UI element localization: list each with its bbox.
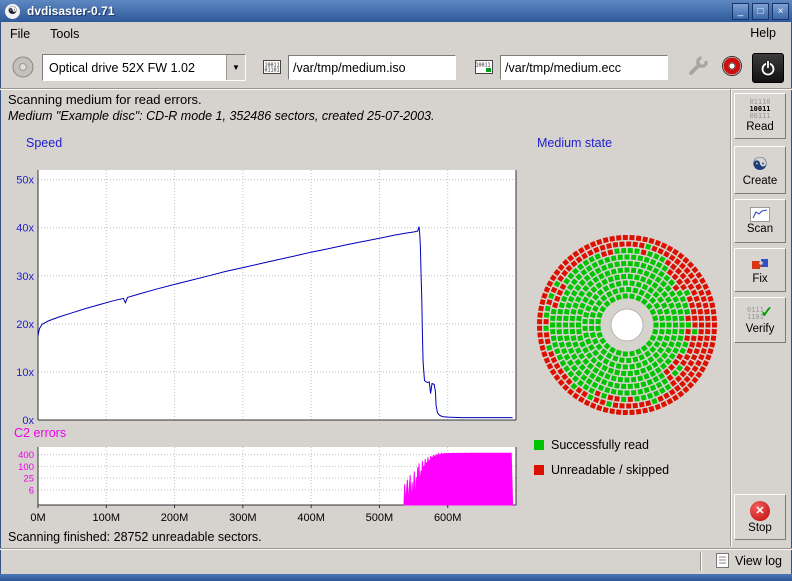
menu-tools[interactable]: Tools bbox=[40, 23, 89, 45]
scan-curve-icon bbox=[750, 207, 770, 222]
toolbar-divider bbox=[0, 88, 792, 90]
stop-icon: ✕ bbox=[750, 501, 770, 521]
c2-errors-chart-title: C2 errors bbox=[14, 426, 66, 440]
legend-label-success: Successfully read bbox=[551, 438, 649, 452]
legend-item-unreadable: Unreadable / skipped bbox=[534, 463, 669, 477]
scan-button-label: Scan bbox=[747, 223, 773, 235]
dvdisaster-logo-icon[interactable] bbox=[720, 54, 744, 78]
fix-button[interactable]: Fix bbox=[734, 248, 786, 292]
titlebar[interactable]: ☯ dvdisaster-0.71 _ □ × bbox=[0, 0, 792, 22]
power-icon bbox=[759, 59, 777, 77]
speed-chart: 0x 10x 20x 30x 40x 50x bbox=[6, 154, 522, 426]
svg-text:40x: 40x bbox=[16, 223, 34, 235]
create-button-label: Create bbox=[743, 175, 778, 187]
image-file-icon: 10011 01101 bbox=[262, 58, 282, 76]
svg-text:300M: 300M bbox=[229, 512, 257, 524]
legend-item-success: Successfully read bbox=[534, 438, 649, 452]
image-file-input[interactable] bbox=[288, 55, 456, 80]
svg-text:20x: 20x bbox=[16, 319, 34, 331]
yinyang-icon: ☯ bbox=[752, 154, 768, 174]
scan-button[interactable]: Scan bbox=[734, 199, 786, 243]
menu-file[interactable]: File bbox=[0, 23, 40, 45]
scan-result-status: Scanning finished: 28752 unreadable sect… bbox=[8, 530, 262, 544]
svg-text:01101: 01101 bbox=[264, 68, 279, 74]
window-bottom-edge bbox=[0, 574, 792, 581]
svg-text:10x: 10x bbox=[16, 367, 34, 379]
svg-text:600M: 600M bbox=[434, 512, 462, 524]
medium-state-title: Medium state bbox=[537, 136, 612, 150]
status-line-2: Medium "Example disc": CD-R mode 1, 3524… bbox=[8, 109, 434, 123]
svg-text:400: 400 bbox=[18, 450, 34, 461]
svg-text:30x: 30x bbox=[16, 271, 34, 283]
status-line-1: Scanning medium for read errors. bbox=[8, 92, 202, 107]
legend-swatch-red bbox=[534, 465, 544, 475]
svg-text:0x: 0x bbox=[22, 415, 34, 426]
svg-text:200M: 200M bbox=[161, 512, 189, 524]
svg-text:50x: 50x bbox=[16, 175, 34, 187]
minimize-button[interactable]: _ bbox=[732, 3, 749, 20]
fix-button-label: Fix bbox=[752, 273, 767, 285]
drive-select[interactable]: Optical drive 52X FW 1.02 ▼ bbox=[42, 54, 246, 81]
svg-text:100: 100 bbox=[18, 462, 34, 473]
svg-text:400M: 400M bbox=[297, 512, 325, 524]
verify-check-icon: 0111 1101 ✓ bbox=[747, 305, 773, 322]
stop-button[interactable]: ✕ Stop bbox=[734, 494, 786, 540]
svg-text:25: 25 bbox=[23, 473, 34, 484]
menu-help[interactable]: Help bbox=[740, 22, 786, 44]
view-log-button[interactable]: View log bbox=[716, 553, 782, 568]
drive-icon[interactable] bbox=[10, 54, 36, 80]
toolbar: Optical drive 52X FW 1.02 ▼ 10011 01101 … bbox=[0, 46, 792, 88]
footer-divider bbox=[0, 548, 792, 550]
read-button-label: Read bbox=[746, 121, 774, 133]
ecc-file-icon: 10011 bbox=[474, 58, 494, 76]
svg-text:6: 6 bbox=[29, 485, 34, 496]
sidebar-divider bbox=[730, 89, 732, 546]
svg-text:10011: 10011 bbox=[475, 63, 490, 69]
chevron-down-icon[interactable]: ▼ bbox=[226, 55, 245, 80]
log-page-icon bbox=[716, 553, 729, 568]
quit-power-button[interactable] bbox=[752, 53, 784, 83]
c2-errors-chart: 400100256 0M 100M 200M 300M 400M 500M 600M bbox=[6, 441, 522, 529]
legend-swatch-green bbox=[534, 440, 544, 450]
stop-button-label: Stop bbox=[748, 522, 772, 534]
footer-bar: View log bbox=[0, 551, 792, 573]
svg-text:100M: 100M bbox=[93, 512, 121, 524]
svg-text:500M: 500M bbox=[366, 512, 394, 524]
view-log-label: View log bbox=[735, 554, 782, 568]
svg-text:0M: 0M bbox=[30, 512, 45, 524]
close-button[interactable]: × bbox=[772, 3, 789, 20]
preferences-wrench-icon[interactable] bbox=[686, 54, 710, 78]
create-button[interactable]: ☯ Create bbox=[734, 146, 786, 194]
speed-chart-title: Speed bbox=[26, 136, 62, 150]
app-icon: ☯ bbox=[5, 4, 20, 19]
legend-label-unreadable: Unreadable / skipped bbox=[551, 463, 669, 477]
verify-button[interactable]: 0111 1101 ✓ Verify bbox=[734, 297, 786, 343]
maximize-button[interactable]: □ bbox=[752, 3, 769, 20]
app-window: ☯ dvdisaster-0.71 _ □ × File Tools Help … bbox=[0, 0, 792, 581]
read-button[interactable]: 01110 10011 00111 Read bbox=[734, 93, 786, 139]
verify-button-label: Verify bbox=[746, 323, 775, 335]
puzzle-icon bbox=[750, 256, 770, 272]
read-icon: 01110 10011 00111 bbox=[749, 99, 770, 120]
menubar: File Tools Help bbox=[0, 22, 792, 46]
ecc-file-input[interactable] bbox=[500, 55, 668, 80]
drive-select-value: Optical drive 52X FW 1.02 bbox=[43, 61, 226, 75]
window-title: dvdisaster-0.71 bbox=[27, 4, 732, 18]
medium-state-disc bbox=[532, 230, 722, 420]
